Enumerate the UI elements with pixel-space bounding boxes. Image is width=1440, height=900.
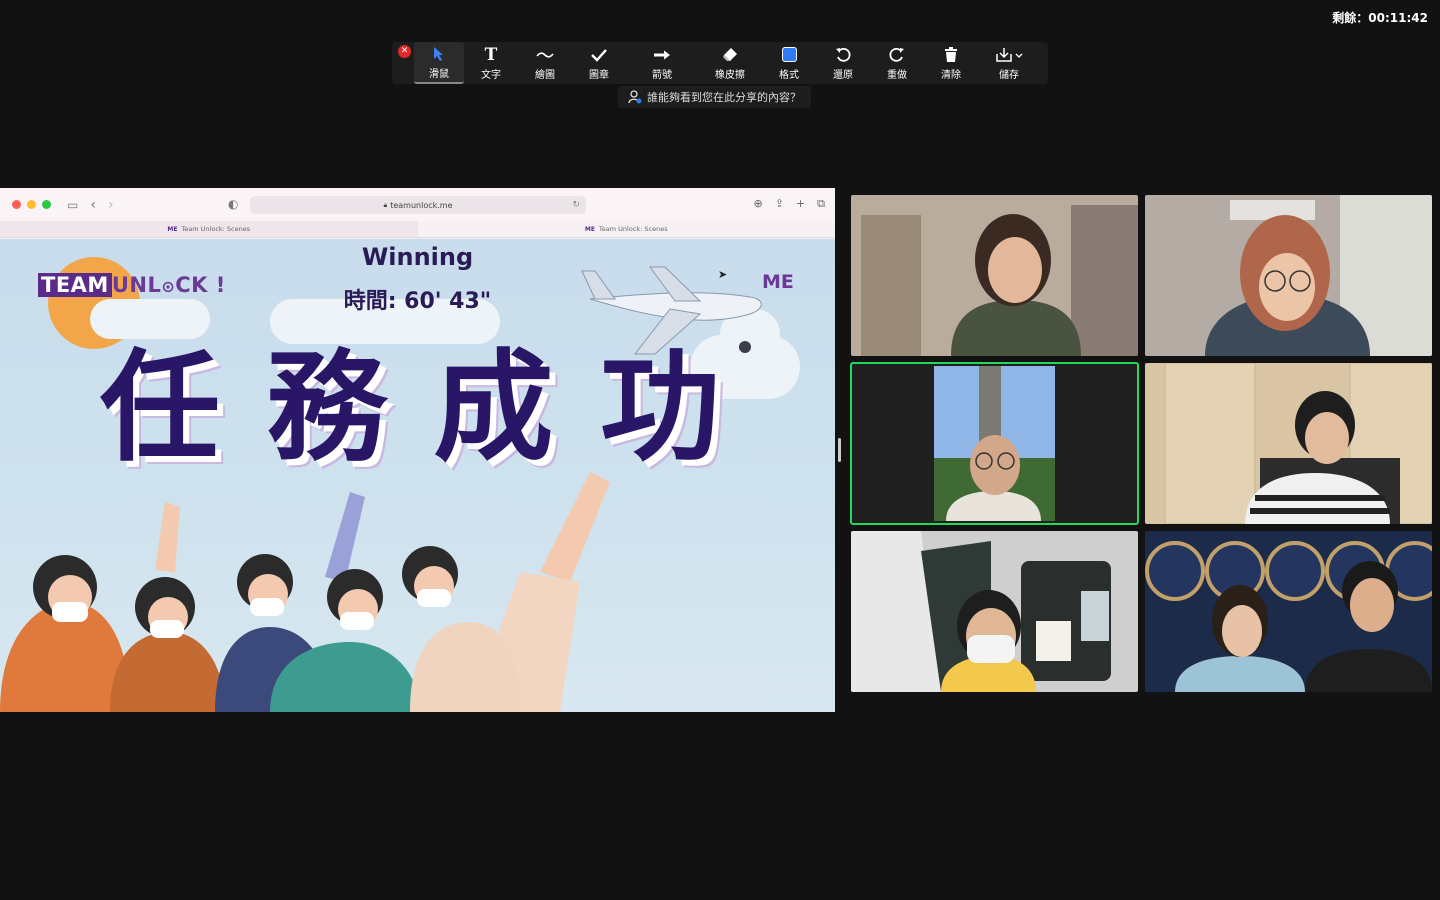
participant-video (1145, 363, 1432, 524)
participant-video-tile[interactable] (1145, 531, 1432, 692)
tool-eraser[interactable]: 橡皮擦 (698, 42, 762, 84)
close-toolbar-icon[interactable]: ✕ (398, 45, 411, 58)
participant-video (1145, 531, 1432, 692)
trash-icon (944, 46, 958, 64)
shield-icon[interactable]: ◐ (228, 197, 238, 211)
title-char: 務 (266, 339, 387, 478)
address-bar[interactable]: 🔒︎ teamunlock.me ↻ (250, 196, 586, 214)
zoom-meeting-screen: 剩餘：00:11:42 ✕ 滑鼠 T 文字 繪圖 圖章 箭號 橡皮擦 格式 還原… (0, 0, 1440, 900)
winning-time: 時間: 60' 43" (343, 289, 492, 314)
pointer-arrow-icon (432, 45, 446, 63)
draw-icon (536, 46, 554, 64)
download-icon[interactable]: ⊕ (753, 197, 762, 211)
tool-label: 格式 (779, 69, 799, 81)
new-tab-icon[interactable]: + (796, 197, 805, 211)
lock-icon: 🔒︎ (383, 200, 388, 209)
tool-mouse[interactable]: 滑鼠 (414, 42, 464, 84)
team-unlock-logo: TEAM UNL⊙CK ! (38, 273, 226, 297)
title-char: 成 (433, 339, 554, 478)
browser-right-icons: ⊕ ⇪ + ⧉ (753, 197, 825, 211)
stamp-check-icon (591, 46, 607, 64)
arrow-icon (653, 46, 671, 64)
text-icon: T (484, 44, 498, 65)
participant-video (851, 531, 1138, 692)
browser-tab[interactable]: ME Team Unlock: Scenes (0, 221, 418, 237)
tool-label: 滑鼠 (429, 68, 449, 80)
tool-label: 文字 (481, 69, 501, 81)
tool-clear[interactable]: 清除 (924, 42, 978, 84)
browser-titlebar: ▭ ‹ › ◐ 🔒︎ teamunlock.me ↻ ⊕ ⇪ + ⧉ (0, 188, 835, 221)
tool-arrow[interactable]: 箭號 (626, 42, 698, 84)
tool-label: 圖章 (589, 69, 609, 81)
tab-overview-icon[interactable]: ⧉ (817, 197, 825, 211)
forward-arrow-icon[interactable]: › (108, 197, 114, 213)
tab-title: Team Unlock: Scenes (181, 225, 251, 233)
format-icon (781, 46, 797, 64)
window-controls (12, 200, 51, 209)
address-url: teamunlock.me (390, 200, 453, 210)
celebrating-people-graphic (0, 472, 610, 712)
tool-draw[interactable]: 繪圖 (518, 42, 572, 84)
mission-success-scene: TEAM UNL⊙CK ! ME Winning 時間: 60' 43" 任 務 … (0, 239, 835, 712)
winning-heading: Winning (361, 243, 474, 271)
remaining-timer: 剩餘：00:11:42 (1332, 11, 1428, 25)
cloud-graphic (90, 299, 210, 339)
title-char: 任 (100, 339, 220, 478)
sidebar-toggle-icon[interactable]: ▭ (67, 198, 78, 212)
tool-label: 清除 (941, 69, 961, 81)
participant-video-tile[interactable] (851, 195, 1138, 356)
participant-video (851, 363, 1138, 524)
mission-success-title: 任 務 成 功 (100, 339, 720, 479)
tool-save[interactable]: 儲存 (978, 42, 1040, 84)
active-speaker-video-tile[interactable] (850, 362, 1139, 525)
tool-redo[interactable]: 重做 (870, 42, 924, 84)
tool-label: 重做 (887, 69, 907, 81)
annotation-toolbar: ✕ 滑鼠 T 文字 繪圖 圖章 箭號 橡皮擦 格式 還原 重做 清除 儲存 (392, 42, 1048, 84)
back-arrow-icon[interactable]: ‹ (90, 197, 96, 213)
save-icon (995, 46, 1023, 64)
browser-tabs: ME Team Unlock: Scenes ME Team Unlock: S… (0, 221, 835, 238)
close-window-button[interactable] (12, 200, 21, 209)
zoom-window-button[interactable] (42, 200, 51, 209)
who-can-see-button[interactable]: 誰能夠看到您在此分享的內容？ (618, 86, 811, 108)
person-icon (628, 90, 642, 104)
participant-video-tile[interactable] (851, 531, 1138, 692)
tab-title: Team Unlock: Scenes (598, 225, 668, 233)
participant-video (1145, 195, 1432, 356)
share-icon[interactable]: ⇪ (775, 197, 784, 211)
participant-video (851, 195, 1138, 356)
tab-favicon: ME (167, 225, 178, 233)
tool-text[interactable]: T 文字 (464, 42, 518, 84)
tool-label: 儲存 (999, 69, 1019, 81)
participant-video-tile[interactable] (1145, 363, 1432, 524)
undo-icon (835, 46, 851, 64)
tool-label: 橡皮擦 (715, 69, 745, 81)
redo-icon (889, 46, 905, 64)
title-char: 功 (599, 339, 720, 478)
eraser-icon (722, 46, 738, 64)
tool-label: 箭號 (652, 69, 672, 81)
tool-label: 繪圖 (535, 69, 555, 81)
browser-tab-active[interactable]: ME Team Unlock: Scenes (417, 221, 835, 237)
tool-label: 還原 (833, 69, 853, 81)
tool-format[interactable]: 格式 (762, 42, 816, 84)
mouse-cursor-icon: ➤ (718, 268, 728, 281)
split-resize-handle[interactable] (838, 438, 841, 462)
shared-browser-window: ▭ ‹ › ◐ 🔒︎ teamunlock.me ↻ ⊕ ⇪ + ⧉ ME Te… (0, 188, 835, 712)
reload-icon[interactable]: ↻ (572, 200, 580, 210)
tab-favicon: ME (584, 225, 595, 233)
tool-stamp[interactable]: 圖章 (572, 42, 626, 84)
tool-undo[interactable]: 還原 (816, 42, 870, 84)
who-can-see-label: 誰能夠看到您在此分享的內容？ (647, 91, 801, 104)
minimize-window-button[interactable] (27, 200, 36, 209)
participant-video-tile[interactable] (1145, 195, 1432, 356)
